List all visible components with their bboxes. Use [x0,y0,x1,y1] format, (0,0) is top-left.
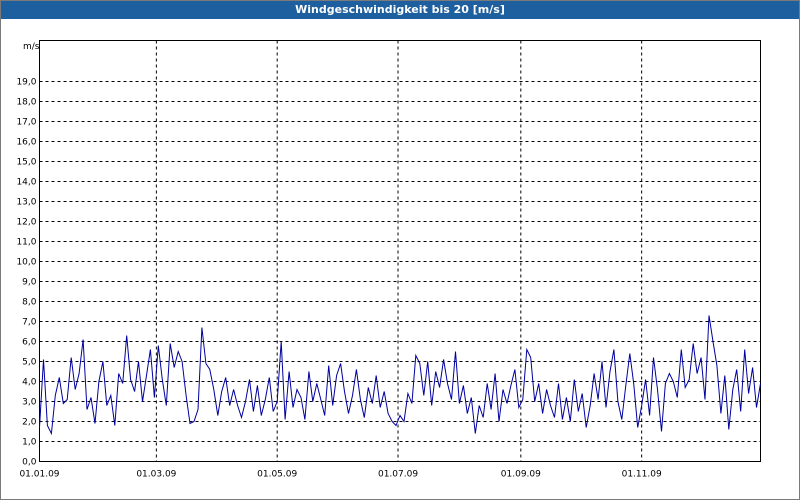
y-tick-label: 8,0 [22,298,37,308]
y-tick-label: 13,0 [16,198,36,208]
y-tick-label: 0,0 [22,458,37,468]
y-tick-label: 1,0 [22,438,37,448]
x-tick-label: 01.09.09 [501,470,541,480]
x-tick-label: 01.05.09 [257,470,297,480]
y-tick-label: 5,0 [22,358,37,368]
y-tick-label: 7,0 [22,318,37,328]
y-tick-label: 14,0 [16,178,36,188]
chart-window: Windgeschwindigkeit bis 20 [m/s] 0,0 1,0 2… [0,0,800,500]
y-tick-label: 12,0 [16,218,36,228]
x-tick-label: 01.03.09 [136,470,176,480]
y-tick-label: 16,0 [16,138,36,148]
y-tick-label: 15,0 [16,158,36,168]
y-tick-label: 10,0 [16,258,36,268]
y-axis-ticks: 0,0 1,0 2,0 3,0 4,0 5,0 6,0 7,0 8,0 9,0 10,0 11,0 12… [16,78,36,468]
chart-svg: 0,0 1,0 2,0 3,0 4,0 5,0 6,0 7,0 8,0 9,0 10,0 11,0 12… [16,40,761,480]
plot-area [39,40,761,462]
y-tick-label: 4,0 [22,378,37,388]
y-tick-label: 2,0 [22,418,37,428]
y-tick-label: 3,0 [22,398,37,408]
y-tick-label: 17,0 [16,118,36,128]
y-tick-label: 18,0 [16,98,36,108]
y-tick-label: 9,0 [22,278,37,288]
y-tick-label: 6,0 [22,338,37,348]
x-tick-label: 01.01.09 [19,470,59,480]
y-tick-label: 19,0 [16,78,36,88]
x-axis-ticks: 01.01.09 01.03.09 01.05.09 01.07.09 01.09.09… [19,470,662,480]
y-tick-label: 11,0 [16,238,36,248]
x-tick-label: 01.11.09 [622,470,662,480]
x-tick-label: 01.07.09 [378,470,418,480]
y-axis-unit-label: m/s [23,42,40,52]
